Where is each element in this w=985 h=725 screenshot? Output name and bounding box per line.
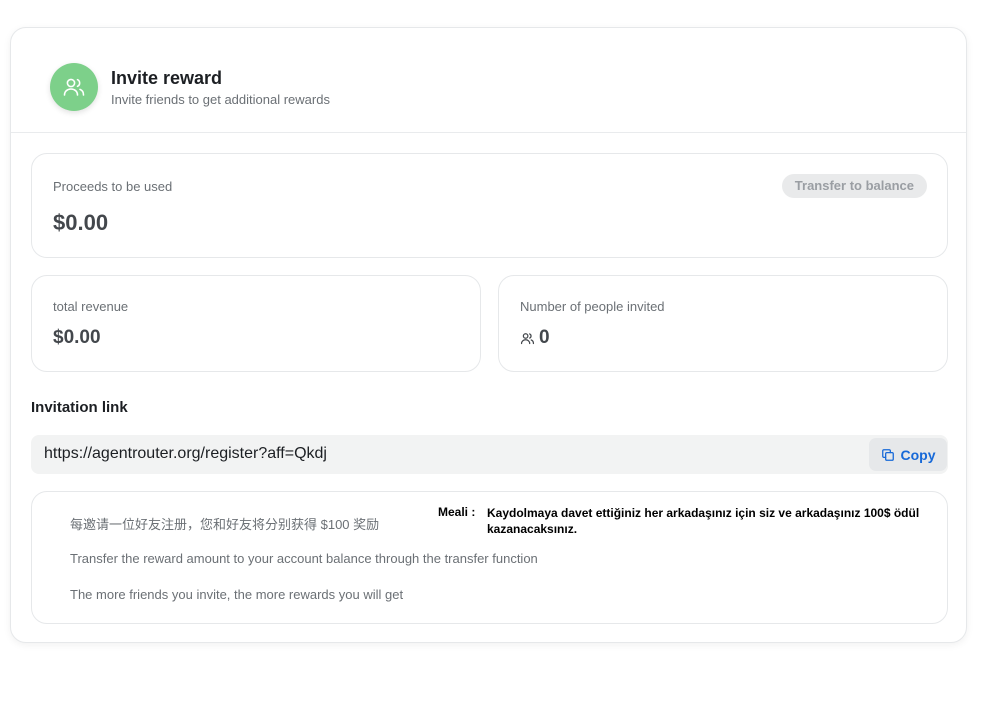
total-revenue-panel: total revenue $0.00 <box>31 275 481 372</box>
reward-info-panel: 每邀请一位好友注册，您和好友将分别获得 $100 奖励 Transfer the… <box>31 491 948 624</box>
invitation-link-text[interactable]: https://agentrouter.org/register?aff=Qkd… <box>44 445 327 463</box>
proceeds-label: Proceeds to be used <box>53 179 173 194</box>
people-invited-panel: Number of people invited 0 <box>498 275 948 372</box>
users-icon <box>520 331 535 351</box>
info-line-3: The more friends you invite, the more re… <box>70 587 404 602</box>
copy-icon <box>881 448 894 461</box>
invitation-link-field[interactable]: https://agentrouter.org/register?aff=Qkd… <box>31 435 948 474</box>
copy-button[interactable]: Copy <box>869 438 947 471</box>
info-line-1: 每邀请一位好友注册，您和好友将分别获得 $100 奖励 <box>70 517 380 532</box>
invite-avatar <box>50 63 98 111</box>
card-header: Invite reward Invite friends to get addi… <box>11 28 966 133</box>
total-revenue-value: $0.00 <box>53 327 101 348</box>
proceeds-panel: Proceeds to be used $0.00 Transfer to ba… <box>31 153 948 258</box>
total-revenue-label: total revenue <box>53 299 129 314</box>
translation-text: Kaydolmaya davet ettiğiniz her arkadaşın… <box>487 506 920 536</box>
people-invited-label: Number of people invited <box>520 299 665 314</box>
page-title: Invite reward <box>111 68 223 88</box>
translation-label: Meali : <box>438 505 476 519</box>
info-line-2: Transfer the reward amount to your accou… <box>70 551 538 566</box>
copy-label: Copy <box>900 446 936 463</box>
invitation-link-title: Invitation link <box>31 399 128 416</box>
proceeds-value: $0.00 <box>53 210 109 235</box>
transfer-to-balance-button[interactable]: Transfer to balance <box>781 174 927 198</box>
page-subtitle: Invite friends to get additional rewards <box>111 92 330 107</box>
people-invited-value: 0 <box>539 327 550 348</box>
invite-reward-card: Invite reward Invite friends to get addi… <box>10 27 967 643</box>
users-icon <box>63 78 85 96</box>
